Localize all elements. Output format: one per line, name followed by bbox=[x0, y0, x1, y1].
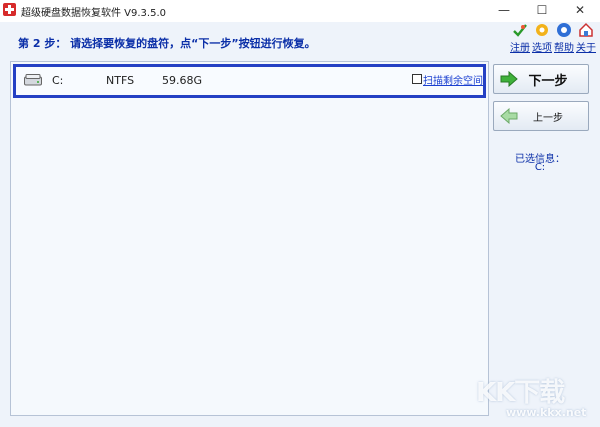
watermark-logo: KK下载 bbox=[476, 378, 565, 408]
maximize-button[interactable]: ☐ bbox=[523, 0, 561, 22]
register-button[interactable]: 注册 bbox=[510, 22, 530, 54]
hard-disk-icon bbox=[24, 74, 42, 86]
selected-info-value: C: bbox=[534, 162, 546, 173]
app-icon bbox=[3, 3, 16, 16]
about-icon bbox=[578, 22, 594, 38]
about-label: 关于 bbox=[576, 43, 596, 54]
next-step-button[interactable]: 下一步 bbox=[493, 64, 589, 94]
options-label: 选项 bbox=[532, 43, 552, 54]
about-button[interactable]: 关于 bbox=[576, 22, 596, 54]
previous-step-button[interactable]: 上一步 bbox=[493, 101, 589, 131]
minimize-button[interactable]: — bbox=[485, 0, 523, 22]
scan-free-space-checkbox[interactable] bbox=[412, 74, 422, 84]
register-label: 注册 bbox=[510, 43, 530, 54]
drive-size: 59.68G bbox=[162, 74, 203, 87]
close-button[interactable]: ✕ bbox=[561, 0, 599, 22]
drive-row[interactable]: C: NTFS 59.68G 扫描剩余空间 bbox=[13, 64, 486, 98]
help-label: 帮助 bbox=[554, 43, 574, 54]
options-button[interactable]: 选项 bbox=[532, 22, 552, 54]
register-icon bbox=[512, 22, 528, 38]
arrow-left-icon bbox=[500, 107, 518, 125]
help-icon bbox=[556, 22, 572, 38]
drive-list: C: NTFS 59.68G 扫描剩余空间 bbox=[10, 61, 489, 416]
top-toolbar: 注册 选项 帮助 关于 bbox=[510, 22, 596, 54]
help-button[interactable]: 帮助 bbox=[554, 22, 574, 54]
drive-filesystem: NTFS bbox=[106, 74, 135, 87]
scan-free-space-link[interactable]: 扫描剩余空间 bbox=[423, 72, 483, 87]
window-title: 超级硬盘数据恢复软件 V9.3.5.0 bbox=[21, 8, 167, 19]
arrow-right-icon bbox=[500, 70, 518, 88]
step-instruction: 第 2 步： 请选择要恢复的盘符，点“下一步”按钮进行恢复。 bbox=[18, 37, 316, 50]
watermark-url: www.kkx.net bbox=[506, 406, 587, 419]
next-step-label: 下一步 bbox=[528, 73, 568, 89]
options-icon bbox=[534, 22, 550, 38]
previous-step-label: 上一步 bbox=[533, 112, 563, 124]
title-bar: 超级硬盘数据恢复软件 V9.3.5.0 — ☐ ✕ bbox=[0, 0, 600, 22]
drive-letter: C: bbox=[52, 74, 64, 87]
